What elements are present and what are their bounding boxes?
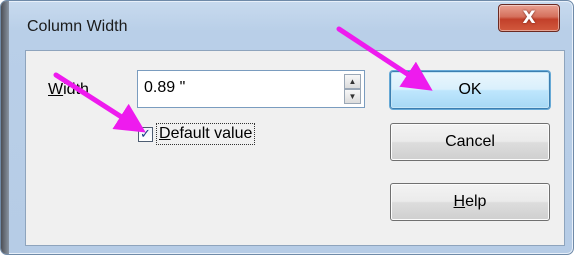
arrow-annotation-default xyxy=(53,72,146,133)
annotation-arrows xyxy=(53,26,433,133)
column-width-dialog: Column Width X Width 0.89 " ▲ ▼ ✓ Defaul… xyxy=(0,0,574,255)
arrow-annotation-ok xyxy=(336,26,433,91)
